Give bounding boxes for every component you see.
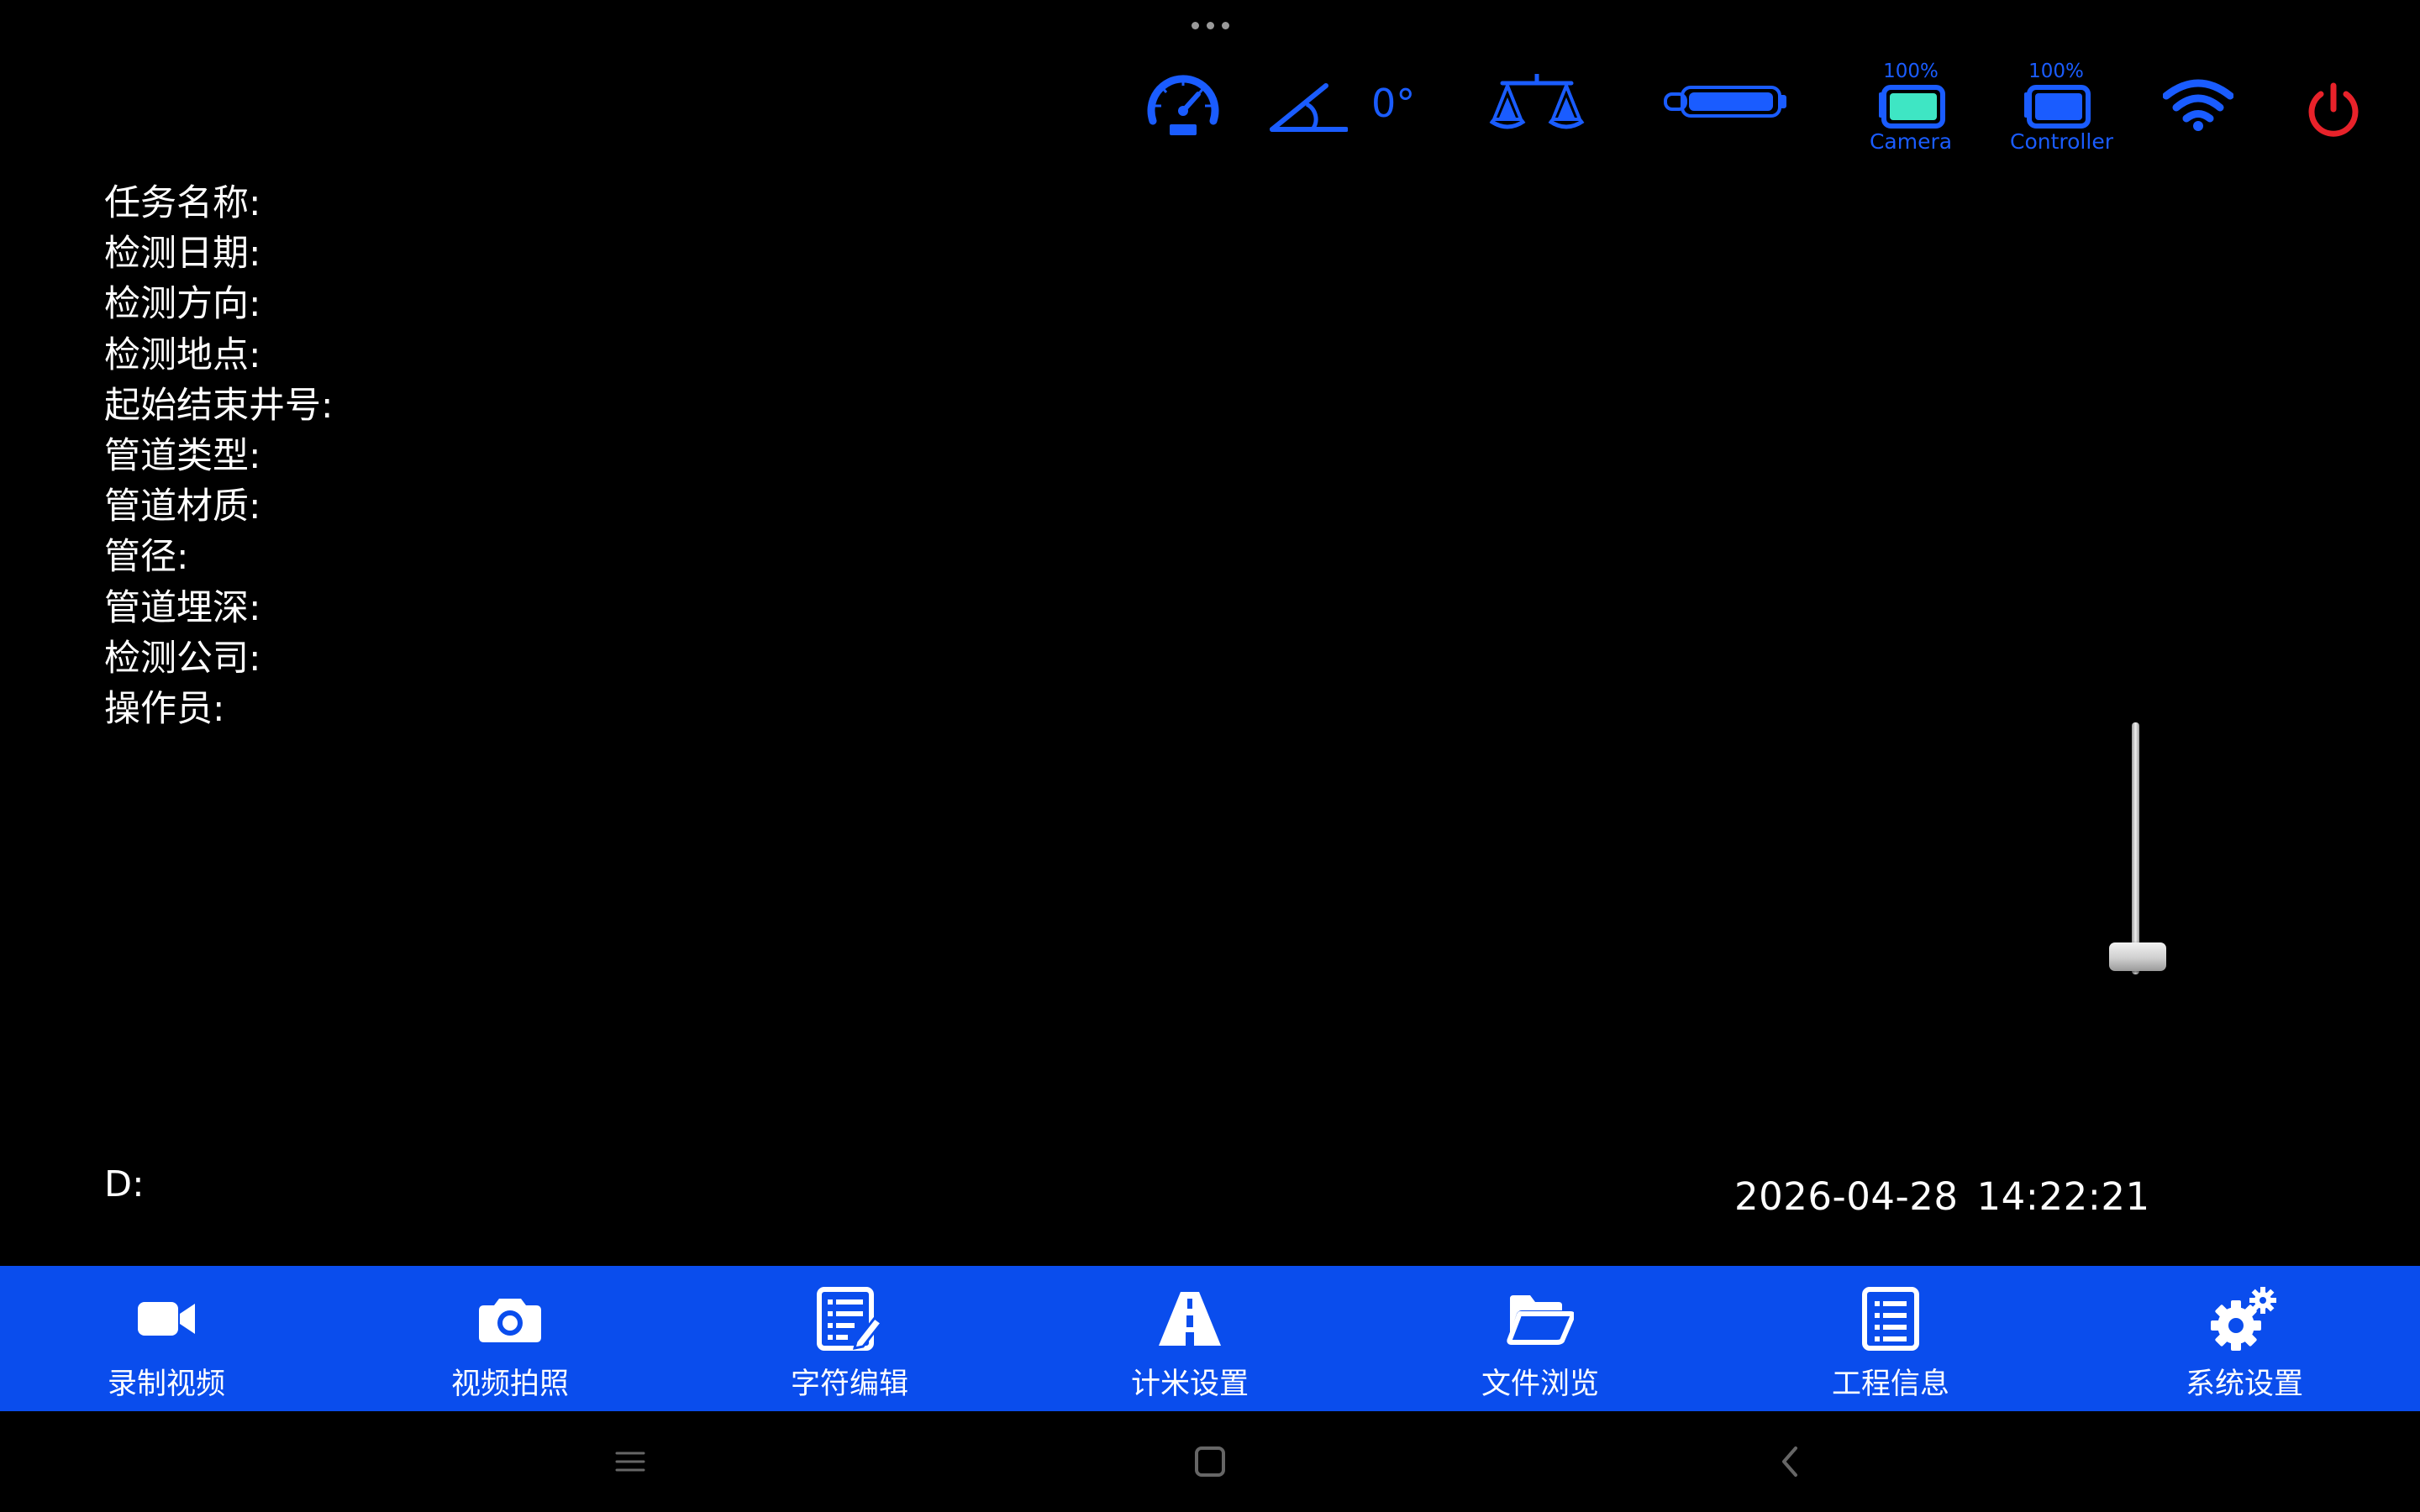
info-operator: 操作员: bbox=[104, 687, 225, 730]
camera-battery-percent: 100% bbox=[1883, 60, 1939, 82]
date-text: 2026-04-28 bbox=[1734, 1174, 1959, 1219]
info-company: 检测公司: bbox=[104, 637, 261, 680]
datetime-display: 2026-04-28 14:22:21 bbox=[1734, 1174, 2150, 1219]
photo-camera-icon bbox=[384, 1284, 636, 1353]
controller-battery-icon bbox=[2010, 84, 2102, 129]
back-icon[interactable] bbox=[1765, 1436, 1815, 1487]
vertical-slider-thumb[interactable] bbox=[2109, 942, 2166, 971]
info-pipe-depth: 管道埋深: bbox=[104, 586, 261, 629]
project-info-label: 工程信息 bbox=[1831, 1368, 1949, 1401]
probe-icon bbox=[1664, 82, 1790, 121]
dot bbox=[1221, 21, 1229, 29]
file-browse-button[interactable]: 文件浏览 bbox=[1414, 1266, 1666, 1411]
distance-label: D: bbox=[104, 1163, 145, 1205]
video-snapshot-button[interactable]: 视频拍照 bbox=[384, 1266, 636, 1411]
info-pipe-type: 管道类型: bbox=[104, 434, 261, 477]
video-camera-icon bbox=[40, 1284, 292, 1353]
camera-battery-icon bbox=[1867, 84, 1954, 129]
more-options-handle[interactable] bbox=[1185, 15, 1235, 35]
text-edit-label: 字符编辑 bbox=[790, 1368, 908, 1401]
vertical-slider-track[interactable] bbox=[2132, 722, 2139, 974]
record-video-button[interactable]: 录制视频 bbox=[40, 1266, 292, 1411]
project-info-button[interactable]: 工程信息 bbox=[1765, 1266, 2017, 1411]
speedometer-icon[interactable] bbox=[1144, 69, 1222, 139]
dot bbox=[1191, 21, 1199, 29]
video-snapshot-label: 视频拍照 bbox=[450, 1368, 569, 1401]
tilt-angle-value: 0° bbox=[1371, 81, 1416, 126]
info-pipe-material: 管道材质: bbox=[104, 486, 261, 528]
file-browse-label: 文件浏览 bbox=[1481, 1368, 1599, 1401]
info-pipe-diameter: 管径: bbox=[104, 536, 189, 579]
tilt-angle-icon bbox=[1269, 79, 1348, 134]
text-edit-button[interactable]: 字符编辑 bbox=[723, 1266, 976, 1411]
home-icon[interactable] bbox=[1185, 1436, 1235, 1487]
info-start-end-well: 起始结束井号: bbox=[104, 384, 334, 427]
wifi-icon[interactable] bbox=[2163, 77, 2233, 131]
camera-battery: 100% Camera bbox=[1867, 60, 1954, 154]
info-inspection-date: 检测日期: bbox=[104, 233, 261, 276]
balance-scale-icon bbox=[1487, 71, 1586, 134]
info-task-name: 任务名称: bbox=[104, 182, 261, 224]
bottom-toolbar: 录制视频 视频拍照 字符编辑 计米设置 文件浏览 工程信息 系统设置 bbox=[0, 1266, 2420, 1411]
record-video-label: 录制视频 bbox=[107, 1368, 225, 1401]
info-inspection-location: 检测地点: bbox=[104, 333, 261, 376]
edit-document-icon bbox=[723, 1284, 976, 1353]
system-settings-label: 系统设置 bbox=[2185, 1368, 2303, 1401]
project-info-list: 任务名称: 检测日期: 检测方向: 检测地点: 起始结束井号: 管道类型: 管道… bbox=[104, 178, 334, 734]
menu-icon[interactable] bbox=[605, 1436, 655, 1487]
system-settings-button[interactable]: 系统设置 bbox=[2118, 1266, 2370, 1411]
gears-icon bbox=[2118, 1284, 2370, 1353]
camera-battery-label: Camera bbox=[1869, 129, 1953, 154]
power-icon[interactable] bbox=[2304, 81, 2363, 139]
meter-settings-label: 计米设置 bbox=[1130, 1368, 1249, 1401]
controller-battery-label: Controller bbox=[2010, 129, 2113, 154]
controller-battery: 100% Controller bbox=[2010, 60, 2113, 154]
system-navigation-bar bbox=[0, 1411, 2420, 1512]
road-icon bbox=[1064, 1284, 1316, 1353]
meter-settings-button[interactable]: 计米设置 bbox=[1064, 1266, 1316, 1411]
time-text: 14:22:21 bbox=[1976, 1174, 2150, 1219]
info-inspection-direction: 检测方向: bbox=[104, 283, 261, 326]
list-document-icon bbox=[1765, 1284, 2017, 1353]
controller-battery-percent: 100% bbox=[2028, 60, 2084, 82]
dot bbox=[1206, 21, 1214, 29]
folder-icon bbox=[1414, 1284, 1666, 1353]
